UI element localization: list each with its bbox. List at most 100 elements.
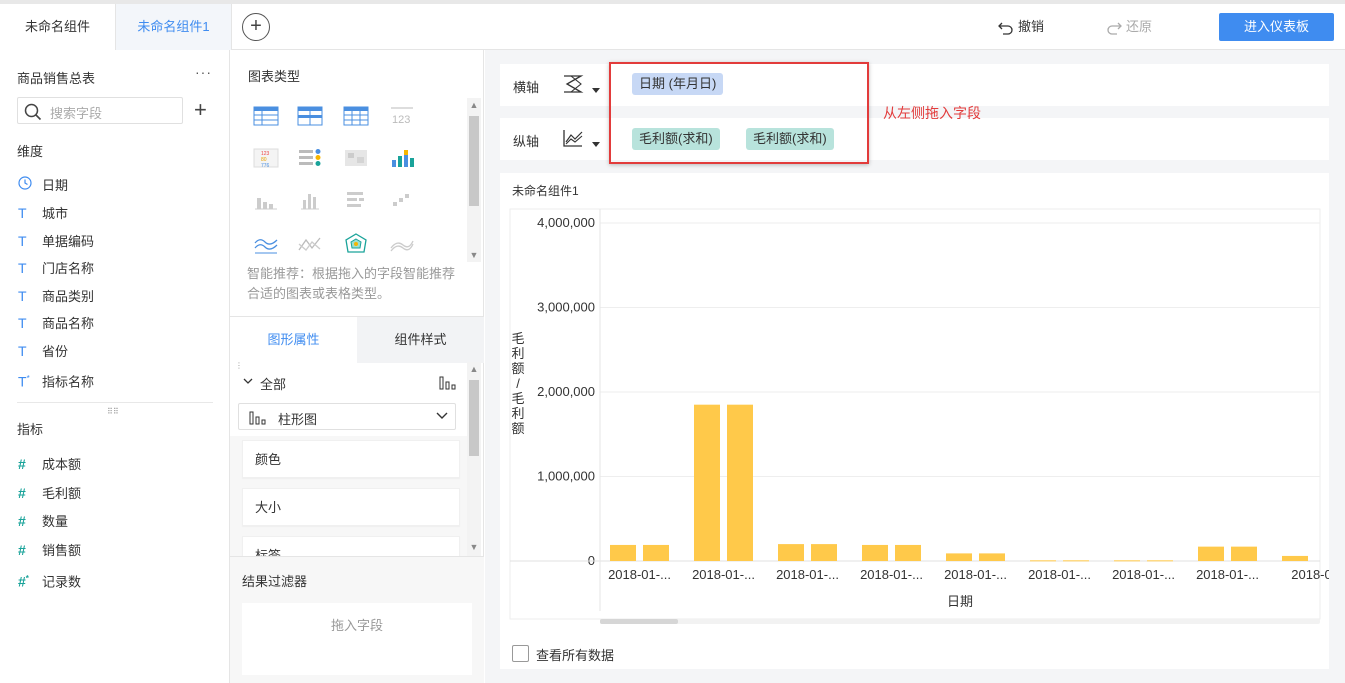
group-table-icon[interactable] [296,104,324,128]
dimension-field[interactable]: T 门店名称 [18,258,94,278]
measure-header: 指标 [17,422,44,437]
hash-icon: # [18,542,26,558]
stacked-bar-icon[interactable] [388,146,416,170]
section-divider [17,402,213,403]
text-icon: T [18,288,27,304]
color-property[interactable]: 颜色 [242,440,460,478]
hash-icon: # [18,485,26,501]
scroll-thumb[interactable] [469,380,479,456]
scroll-down-icon[interactable]: ▼ [467,248,481,262]
size-property[interactable]: 大小 [242,488,460,526]
bar-chart: 4,000,0003,000,0002,000,0001,000,0000201… [509,208,1329,624]
y-axis-type-icon[interactable] [561,127,585,149]
bar [1282,555,1308,561]
area-chart-icon[interactable] [252,232,280,256]
x-tick-label: 2018-01-... [860,567,923,582]
x-axis-type-icon[interactable] [561,73,585,95]
grouped-column-icon[interactable] [296,188,324,212]
scroll-up-icon[interactable]: ▲ [467,98,481,112]
more-icon[interactable]: ··· [195,64,212,80]
bar [1198,546,1224,561]
measure-field[interactable]: #* 记录数 [18,569,81,590]
undo-button[interactable]: 撤销 [998,16,1044,38]
x-tick-label: 2018-01-... [1112,567,1175,582]
search-input[interactable]: 搜索字段 [17,97,183,124]
tab-component[interactable]: 未命名组件 [0,4,116,50]
table-icon[interactable] [252,104,280,128]
enter-dashboard-button[interactable]: 进入仪表板 [1219,13,1334,41]
chart-config-panel: 图表类型 123 123 80 776 ▲ ▼ 智能推荐：根据拖入的字段智能推荐合适… [230,50,484,683]
dimension-field[interactable]: T 城市 [18,203,68,223]
scroll-thumb[interactable] [469,116,479,206]
field-label: 商品名称 [42,316,95,331]
dimension-field[interactable]: T* 指标名称 [18,369,95,390]
redo-button[interactable]: 还原 [1106,16,1152,38]
bar [811,544,837,561]
bar [727,404,753,561]
view-all-data-checkbox[interactable] [512,645,529,662]
result-filter-title: 结果过滤器 [242,574,308,589]
dimension-field[interactable]: T 商品名称 [18,313,94,333]
label-property[interactable]: 标签 [242,536,460,556]
properties-scrollbar[interactable]: ▲ ▼ [467,362,481,556]
gauge-table-icon[interactable] [296,146,324,170]
dataset-title: 商品销售总表 [17,71,96,86]
x-tick-label: 2018-01-... [692,567,755,582]
x-tick-label: 2018-01-... [1196,567,1259,582]
add-field-button[interactable]: + [194,97,207,123]
tab-component-style[interactable]: 组件样式 [357,317,484,363]
all-label: 全部 [260,377,287,392]
field-label: 数量 [42,514,69,529]
tab-shape-properties[interactable]: 图形属性 [230,317,357,363]
scroll-up-icon[interactable]: ▲ [467,362,481,376]
field-label: 省份 [42,344,69,359]
chart-type-scrollbar[interactable]: ▲ ▼ [467,98,481,262]
scroll-down-icon[interactable]: ▼ [467,540,481,554]
x-axis-title: 日期 [947,594,973,609]
line-chart-icon[interactable] [296,232,324,256]
y-axis-title-char: 额 [511,361,524,376]
field-label: 商品类别 [42,289,95,304]
dimension-field[interactable]: T 单据编码 [18,231,94,251]
field-label: 指标名称 [42,374,95,390]
hash-icon: # [18,456,26,472]
hash-star-icon: #* [18,573,29,590]
chart-type-select[interactable]: 柱形图 [238,403,456,430]
filter-drop-zone[interactable]: 拖入字段 [242,603,472,675]
resize-handle-icon[interactable]: ⠿⠿ [107,407,119,416]
column-chart-icon[interactable] [252,188,280,212]
bar-chart-icon[interactable] [438,373,458,391]
waterfall-icon[interactable] [388,188,416,212]
dimension-field[interactable]: 日期 [18,175,68,195]
measure-field[interactable]: # 毛利额 [18,483,81,503]
y-axis-dropdown-icon[interactable] [592,142,600,147]
measure-field[interactable]: # 销售额 [18,540,81,560]
x-axis-dropdown-icon[interactable] [592,88,600,93]
field-label: 毛利额 [42,486,82,501]
text-icon: T [18,205,27,221]
bar-chart-icon[interactable] [342,188,370,212]
measure-field[interactable]: # 数量 [18,511,68,531]
x-tick-label: 2018-0 [1291,567,1329,582]
kpi-number-icon[interactable]: 123 [388,104,416,128]
heatmap-icon[interactable] [342,146,370,170]
bar [1114,560,1140,562]
range-area-icon[interactable] [388,232,416,256]
all-series-row[interactable]: 全部 [242,373,462,393]
colored-table-icon[interactable]: 12380776 [252,146,280,170]
cross-table-icon[interactable] [342,104,370,128]
bar [1063,560,1089,562]
x-tick-label: 2018-01-... [1028,567,1091,582]
drag-handle-icon[interactable]: ⋮ [235,361,243,370]
y-tick-label: 4,000,000 [537,215,595,230]
x-axis-label: 横轴 [513,80,540,95]
radar-chart-icon[interactable] [342,232,370,256]
tab-component-1[interactable]: 未命名组件1 [116,4,232,50]
dimension-field[interactable]: T 省份 [18,341,68,361]
bar-chart-icon [249,411,266,425]
hash-icon: # [18,513,26,529]
add-tab-button[interactable]: + [242,13,270,41]
y-axis-title-char: / [516,376,520,391]
measure-field[interactable]: # 成本额 [18,454,81,474]
dimension-field[interactable]: T 商品类别 [18,286,94,306]
